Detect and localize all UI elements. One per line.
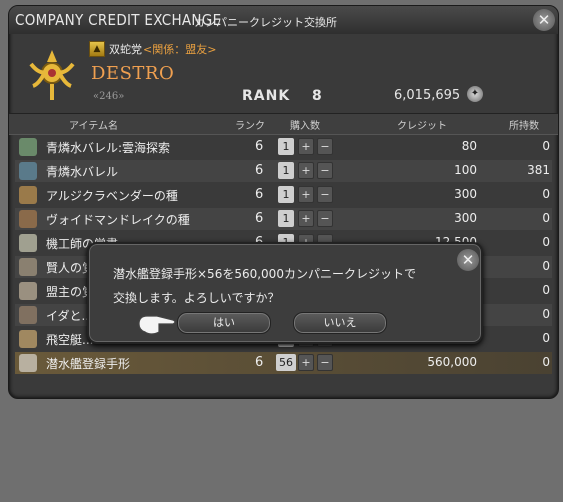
col-credit: クレジット [397,121,447,132]
item-owned: 0 [542,259,550,273]
item-icon [19,210,37,228]
item-icon [19,306,37,324]
minus-button[interactable]: − [317,138,333,155]
table-header: アイテム名 ランク 購入数 クレジット 所持数 [9,113,558,135]
table-row[interactable]: 潜水艦登録手形 6 56 + − 560,000 0 [15,352,552,374]
no-button[interactable]: いいえ [293,312,387,334]
grand-company-name: 双蛇党 [109,43,142,56]
close-icon[interactable]: ✕ [533,9,555,31]
item-owned: 0 [542,307,550,321]
minus-button[interactable]: − [317,210,333,227]
plus-button[interactable]: + [298,138,314,155]
rank-value: 8 [312,88,322,104]
item-cost: 300 [454,211,477,225]
plus-button[interactable]: + [298,210,314,227]
item-name: ヴォイドマンドレイクの種 [46,213,190,227]
window-subtitle: カンパニークレジット交換所 [194,16,337,29]
item-icon [19,258,37,276]
item-rank: 6 [255,211,264,226]
item-name: 青燐水バレル [46,165,119,179]
table-row[interactable]: ヴォイドマンドレイクの種 6 1 + − 300 0 [15,208,552,230]
item-icon [19,162,37,180]
col-owned: 所持数 [509,121,539,132]
minus-button[interactable]: − [317,162,333,179]
item-owned: 0 [542,331,550,345]
item-owned: 0 [542,283,550,297]
col-buy: 購入数 [290,121,320,132]
item-icon [19,234,37,252]
item-rank: 6 [255,139,264,154]
quantity-field[interactable]: 1 [278,210,294,227]
gc-rank-icon: ▲ [89,41,105,57]
item-name: 潜水艦登録手形 [46,357,131,371]
minus-button[interactable]: − [317,186,333,203]
item-owned: 381 [527,163,550,177]
plus-button[interactable]: + [298,354,314,371]
hand-pointer-icon [138,315,176,335]
dialog-line-2: 交換します。よろしいですか？ [113,291,280,305]
quantity-field[interactable]: 1 [278,186,294,203]
dialog-line-1: 潜水艦登録手形×56を560,000カンパニークレジットで [113,267,416,281]
item-owned: 0 [542,139,550,153]
item-icon [19,138,37,156]
item-name: イダと... [46,309,93,323]
col-item-name: アイテム名 [69,121,118,132]
confirm-dialog: ✕ 潜水艦登録手形×56を560,000カンパニークレジットで 交換します。よろ… [87,242,483,344]
minus-button[interactable]: − [317,354,333,371]
item-name: アルジクラベンダーの種 [46,189,178,203]
yes-button[interactable]: はい [177,312,271,334]
plus-button[interactable]: + [298,162,314,179]
table-row[interactable]: 青燐水バレル 6 1 + − 100 381 [15,160,552,182]
rank-label: RANK [242,88,291,104]
item-cost: 300 [454,187,477,201]
dialog-message: 潜水艦登録手形×56を560,000カンパニークレジットで 交換します。よろしい… [113,262,416,310]
close-icon[interactable]: ✕ [457,249,479,271]
item-owned: 0 [542,355,550,369]
item-owned: 0 [542,187,550,201]
item-rank: 6 [255,187,264,202]
item-cost: 100 [454,163,477,177]
item-name: 青燐水バレル:雲海探索 [46,141,171,155]
quantity-field[interactable]: 1 [278,162,294,179]
credit-balance: 6,015,695 [394,88,461,103]
quantity-field[interactable]: 1 [278,138,294,155]
item-icon [19,186,37,204]
item-rank: 6 [255,163,264,178]
item-owned: 0 [542,235,550,249]
grand-company-emblem [29,50,75,100]
item-icon [19,282,37,300]
table-row[interactable]: 青燐水バレル:雲海探索 6 1 + − 80 0 [15,136,552,158]
company-tag: «246» [93,91,125,102]
item-cost: 560,000 [427,355,477,369]
plus-button[interactable]: + [298,186,314,203]
company-credit-icon: ✦ [467,86,483,102]
col-rank: ランク [235,121,265,132]
company-name: DESTRO [91,63,175,84]
title-bar[interactable]: COMPANY CREDIT EXCHANGE カンパニークレジット交換所 ✕ [9,6,558,34]
quantity-field[interactable]: 56 [276,354,296,371]
item-icon [19,330,37,348]
relation-status: <関係：盟友> [143,43,217,56]
item-rank: 6 [255,355,264,370]
table-row[interactable]: アルジクラベンダーの種 6 1 + − 300 0 [15,184,552,206]
item-cost: 80 [461,139,477,153]
item-icon [19,354,37,372]
item-owned: 0 [542,211,550,225]
window-title: COMPANY CREDIT EXCHANGE [15,11,222,29]
